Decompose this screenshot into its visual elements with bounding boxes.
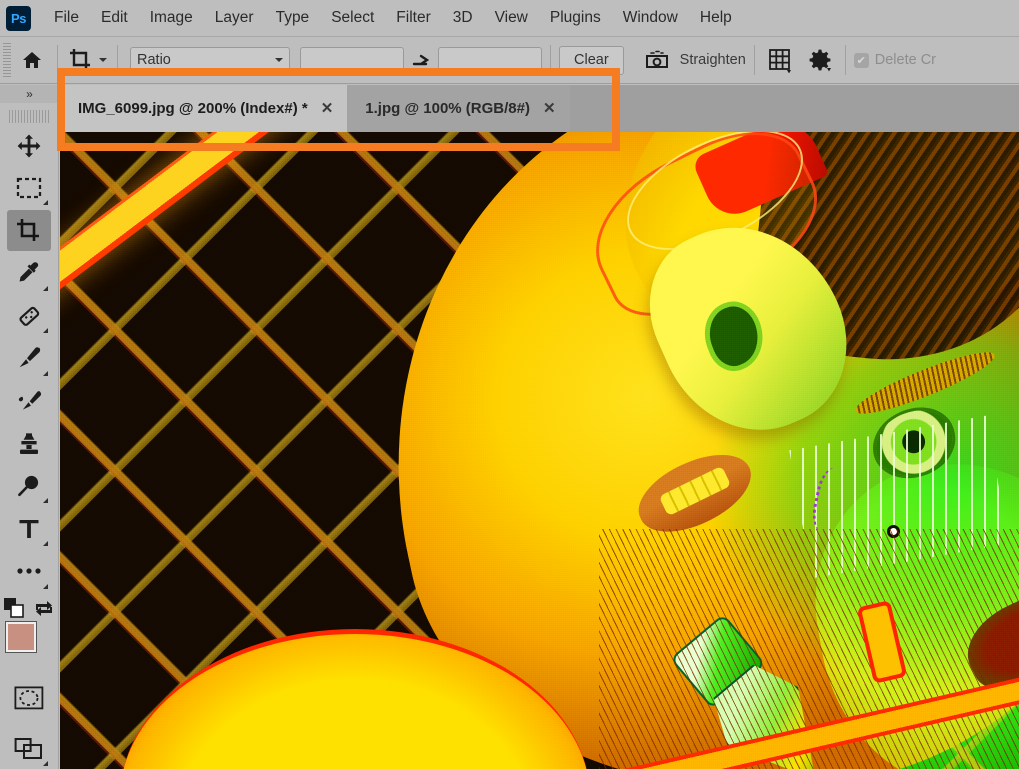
- color-swatches: [5, 620, 52, 667]
- quick-mask-toggle[interactable]: [7, 678, 51, 719]
- tool-type[interactable]: [7, 508, 51, 549]
- menu-filter[interactable]: Filter: [385, 5, 441, 31]
- document-tab-bar: IMG_6099.jpg @ 200% (Index#) * ✕ 1.jpg @…: [60, 85, 1019, 132]
- document-tab-1jpg[interactable]: 1.jpg @ 100% (RGB/8#) ✕: [347, 85, 570, 132]
- more-tools-flyout-triangle-icon[interactable]: [43, 583, 48, 589]
- brush-icon: [19, 347, 41, 368]
- mixer-brush-icon: [18, 391, 42, 410]
- crop-ratio-select[interactable]: Ratio: [130, 46, 290, 74]
- clear-crop-button[interactable]: Clear: [559, 45, 624, 75]
- menu-select[interactable]: Select: [320, 5, 385, 31]
- screen-mode-flyout-triangle-icon[interactable]: [43, 761, 48, 767]
- options-separator-3: [550, 45, 551, 75]
- image-canvas[interactable]: [60, 132, 1019, 769]
- healing-brush-flyout-triangle-icon[interactable]: [43, 328, 48, 334]
- menu-layer[interactable]: Layer: [204, 5, 265, 31]
- crop-overlay-grid-icon: [768, 49, 791, 73]
- close-icon[interactable]: ✕: [321, 101, 334, 116]
- screen-mode-icon: [14, 737, 42, 759]
- close-icon[interactable]: ✕: [543, 101, 556, 116]
- foreground-color-swatch[interactable]: [5, 620, 37, 653]
- menu-view[interactable]: View: [484, 5, 539, 31]
- crop-height-input[interactable]: [438, 46, 542, 74]
- tool-mixer-brush[interactable]: [7, 381, 51, 422]
- options-separator-4: [753, 45, 755, 75]
- menu-bar: Ps File Edit Image Layer Type Select Fil…: [0, 0, 1019, 37]
- tool-rectangular-marquee[interactable]: [7, 168, 51, 209]
- ellipsis-icon: [17, 568, 41, 574]
- straighten-button[interactable]: [640, 43, 674, 77]
- menu-window[interactable]: Window: [612, 5, 689, 31]
- ratio-chevron-down-icon[interactable]: [275, 58, 283, 62]
- menu-plugins[interactable]: Plugins: [539, 5, 612, 31]
- color-controls-row: [4, 597, 54, 618]
- menu-edit[interactable]: Edit: [90, 5, 139, 31]
- tool-preset-chevron-down-icon[interactable]: [99, 58, 107, 62]
- tool-spot-healing-brush[interactable]: [7, 296, 51, 337]
- move-icon: [17, 134, 41, 158]
- crop-overlay-options-button[interactable]: [763, 43, 797, 77]
- tool-clone-stamp[interactable]: [7, 423, 51, 464]
- toolbar-grip[interactable]: [9, 110, 49, 124]
- tool-move[interactable]: [7, 125, 51, 166]
- gear-icon: [809, 49, 831, 72]
- crop-icon: [70, 49, 90, 69]
- tool-more[interactable]: [7, 551, 51, 592]
- menu-type[interactable]: Type: [265, 5, 321, 31]
- swap-crop-dimensions-button[interactable]: [404, 43, 438, 77]
- tools-panel: »: [0, 85, 59, 769]
- home-icon: [23, 52, 41, 68]
- crop-ratio-value: Ratio: [137, 52, 171, 68]
- crop-width-input[interactable]: [300, 46, 404, 74]
- tool-dodge[interactable]: [7, 466, 51, 507]
- menu-image[interactable]: Image: [139, 5, 204, 31]
- swap-colors-arrow-icon[interactable]: [34, 598, 54, 618]
- type-flyout-triangle-icon[interactable]: [43, 540, 48, 546]
- quick-mask-icon: [14, 686, 44, 710]
- active-tool-preset[interactable]: [66, 43, 109, 77]
- crop-settings-button[interactable]: [803, 43, 837, 77]
- home-button[interactable]: [15, 43, 49, 77]
- photoshop-logo: Ps: [6, 5, 31, 31]
- toolbar-expand-button[interactable]: »: [0, 85, 59, 104]
- delete-cropped-pixels-label: Delete Cr: [874, 52, 937, 68]
- straighten-label: Straighten: [679, 52, 746, 68]
- options-bar-grip[interactable]: [3, 43, 11, 77]
- eyedropper-flyout-triangle-icon[interactable]: [43, 285, 48, 291]
- dodge-flyout-triangle-icon[interactable]: [43, 498, 48, 504]
- tool-eyedropper[interactable]: [7, 253, 51, 294]
- tool-brush[interactable]: [7, 338, 51, 379]
- document-tab-label: 1.jpg @ 100% (RGB/8#): [365, 100, 530, 117]
- options-separator-5: [844, 45, 846, 75]
- default-foreground-background-icon[interactable]: [4, 597, 24, 618]
- healing-brush-icon: [19, 306, 40, 326]
- screen-mode-toggle[interactable]: [7, 729, 51, 769]
- document-tab-img6099[interactable]: IMG_6099.jpg @ 200% (Index#) * ✕: [60, 85, 348, 132]
- menu-file[interactable]: File: [43, 5, 90, 31]
- marquee-flyout-triangle-icon[interactable]: [43, 200, 48, 206]
- crop-icon: [17, 218, 39, 241]
- menu-help[interactable]: Help: [689, 5, 743, 31]
- straighten-icon: [645, 50, 668, 68]
- type-t-icon: [19, 519, 39, 538]
- clone-stamp-icon: [20, 432, 38, 454]
- document-tab-label: IMG_6099.jpg @ 200% (Index#) *: [78, 100, 308, 117]
- swap-dimensions-icon: [412, 54, 430, 66]
- tool-crop[interactable]: [7, 210, 51, 252]
- marquee-icon: [16, 178, 42, 199]
- delete-cropped-pixels-checkbox[interactable]: ✔: [853, 52, 869, 68]
- photoshop-window: Ps File Edit Image Layer Type Select Fil…: [0, 0, 1019, 769]
- brush-flyout-triangle-icon[interactable]: [43, 370, 48, 376]
- options-separator-2: [117, 45, 118, 75]
- options-separator-1: [57, 45, 58, 75]
- eyedropper-icon: [19, 262, 39, 282]
- tool-options-bar: Ratio Clear Straighten ✔ Delete Cr: [0, 37, 1019, 84]
- menu-3d[interactable]: 3D: [442, 5, 484, 31]
- dodge-icon: [18, 476, 39, 497]
